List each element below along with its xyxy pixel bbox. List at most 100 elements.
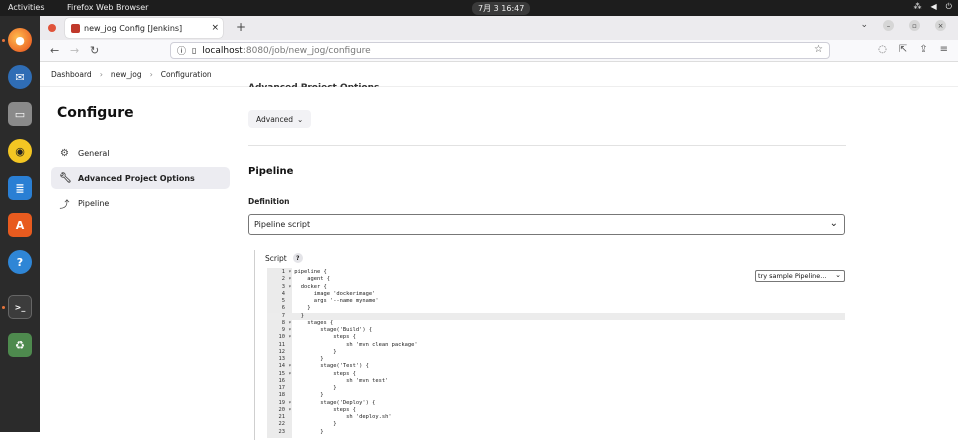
code-line[interactable]: 3 ▾ docker { bbox=[267, 284, 845, 291]
sidebar-item-label: Pipeline bbox=[78, 198, 110, 208]
maximize-icon[interactable]: ▫ bbox=[909, 20, 920, 31]
firefox-icon[interactable]: ● bbox=[8, 28, 32, 52]
line-number: 19 bbox=[278, 399, 286, 406]
pipeline-icon: ⤴ bbox=[59, 199, 70, 211]
line-number: 1 bbox=[281, 269, 285, 275]
line-number: 18 bbox=[278, 392, 286, 399]
line-number: 22 bbox=[278, 421, 286, 428]
page-title: Configure bbox=[57, 105, 134, 121]
code-line[interactable]: 4 image 'dockerimage' bbox=[267, 291, 845, 298]
clock[interactable]: 7月 3 16:47 bbox=[472, 2, 531, 15]
chevron-right-icon: › bbox=[149, 69, 153, 79]
breadcrumb-dashboard[interactable]: Dashboard bbox=[51, 70, 92, 79]
app-menu[interactable]: Firefox Web Browser bbox=[67, 3, 148, 12]
software-icon[interactable]: A bbox=[8, 213, 32, 237]
code-line[interactable]: 20 ▾ steps { bbox=[267, 407, 845, 414]
terminal-icon[interactable]: >_ bbox=[8, 295, 32, 319]
reload-icon[interactable]: ↻ bbox=[90, 44, 99, 57]
line-number: 15 bbox=[278, 370, 286, 377]
code-text: agent { bbox=[291, 276, 330, 283]
code-line[interactable]: 21 sh 'deploy.sh' bbox=[267, 414, 845, 421]
line-number: 2 bbox=[281, 276, 285, 283]
code-line[interactable]: 6 } bbox=[267, 305, 845, 312]
definition-select[interactable]: Pipeline script ⌄ bbox=[248, 214, 845, 235]
code-line[interactable]: 22 } bbox=[267, 421, 845, 428]
code-line[interactable]: 15 ▾ steps { bbox=[267, 371, 845, 378]
help-icon[interactable]: ? bbox=[292, 253, 303, 263]
system-tray[interactable]: ⁂ ◀ ⏻ bbox=[914, 2, 952, 12]
breadcrumb-job[interactable]: new_jog bbox=[111, 70, 142, 79]
code-line[interactable]: 7 } bbox=[267, 312, 845, 320]
rhythmbox-icon[interactable]: ◉ bbox=[8, 139, 32, 163]
code-line[interactable]: 8 ▾ stages { bbox=[267, 320, 845, 327]
chevron-right-icon: › bbox=[99, 69, 103, 79]
code-line[interactable]: 13 } bbox=[267, 356, 845, 363]
line-number: 21 bbox=[278, 414, 286, 420]
section-heading-advanced: Advanced Project Options bbox=[248, 78, 379, 87]
back-icon[interactable]: ← bbox=[50, 44, 59, 57]
toolbar-right: ◌ ⇱ ⇪ ≡ bbox=[878, 44, 948, 55]
activities-button[interactable]: Activities bbox=[8, 3, 45, 12]
extensions-icon[interactable]: ⇱ bbox=[899, 44, 907, 55]
network-icon: ⁂ bbox=[913, 2, 922, 11]
system-top-bar: Activities Firefox Web Browser 7月 3 16:4… bbox=[0, 0, 958, 16]
code-line[interactable]: 5 args '--name myname' bbox=[267, 298, 845, 305]
script-editor[interactable]: 1 ▾ pipeline {2 ▾ agent {3 ▾ docker {4 i… bbox=[267, 268, 845, 438]
breadcrumb: Dashboard › new_jog › Configuration bbox=[40, 62, 958, 87]
sidebar-item-pipeline[interactable]: ⤴ Pipeline bbox=[51, 192, 230, 214]
forward-icon[interactable]: → bbox=[70, 44, 79, 57]
line-number: 13 bbox=[278, 356, 286, 362]
definition-value: Pipeline script bbox=[254, 220, 311, 229]
code-text: } bbox=[291, 348, 337, 355]
divider bbox=[248, 145, 846, 146]
breadcrumb-configuration[interactable]: Configuration bbox=[161, 70, 212, 79]
definition-label: Definition bbox=[248, 197, 290, 206]
code-line[interactable]: 10 ▾ steps { bbox=[267, 334, 845, 341]
try-sample-pipeline-select[interactable]: try sample Pipeline... ⌄ bbox=[755, 270, 845, 282]
code-line[interactable]: 16 sh 'mvn test' bbox=[267, 378, 845, 385]
thunderbird-icon[interactable]: ✉ bbox=[8, 65, 32, 89]
new-tab-icon[interactable]: + bbox=[236, 20, 246, 34]
chevron-down-icon: ⌄ bbox=[829, 218, 838, 229]
hamburger-menu-icon[interactable]: ≡ bbox=[940, 44, 948, 55]
chevron-down-icon: ⌄ bbox=[297, 114, 304, 124]
code-line[interactable]: 14 ▾ stage('Test') { bbox=[267, 363, 845, 370]
window-controls: ⌄ – ▫ × bbox=[860, 20, 946, 31]
close-window-icon[interactable]: × bbox=[935, 20, 946, 31]
code-line[interactable]: 11 sh 'mvn clean package' bbox=[267, 342, 845, 349]
code-line[interactable]: 12 } bbox=[267, 349, 845, 356]
help-icon[interactable]: ? bbox=[8, 250, 32, 274]
list-tabs-icon[interactable]: ⌄ bbox=[860, 20, 868, 31]
code-text: stages { bbox=[291, 319, 334, 326]
code-line[interactable]: 19 ▾ stage('Deploy') { bbox=[267, 400, 845, 407]
site-info-icon[interactable]: ⓘ bbox=[177, 44, 186, 57]
advanced-button[interactable]: Advanced ⌄ bbox=[248, 110, 312, 128]
trash-icon[interactable]: ♻ bbox=[8, 333, 32, 357]
firefox-view-icon[interactable] bbox=[48, 24, 56, 32]
line-number: 12 bbox=[278, 348, 286, 355]
code-text: sh 'mvn test' bbox=[291, 377, 389, 384]
browser-tab[interactable]: new_jog Config [Jenkins] × bbox=[65, 18, 223, 38]
close-tab-icon[interactable]: × bbox=[211, 23, 219, 33]
files-icon[interactable]: ▭ bbox=[8, 102, 32, 126]
code-text: } bbox=[291, 312, 304, 319]
sidebar-item-advanced-project-options[interactable]: 🔧︎ Advanced Project Options bbox=[51, 167, 230, 189]
line-number: 9 bbox=[281, 327, 285, 333]
bookmark-star-icon[interactable]: ☆ bbox=[814, 44, 823, 55]
advanced-button-label: Advanced bbox=[256, 114, 294, 124]
url-host: localhost bbox=[202, 45, 243, 56]
line-number: 17 bbox=[278, 385, 286, 391]
wrench-icon: 🔧︎ bbox=[59, 172, 72, 184]
url-bar[interactable]: ⓘ ▯ localhost :8080/job/new_jog/configur… bbox=[170, 42, 830, 59]
code-text: } bbox=[291, 421, 337, 428]
code-text: } bbox=[291, 385, 337, 391]
minimize-icon[interactable]: – bbox=[883, 20, 894, 31]
code-line[interactable]: 9 ▾ stage('Build') { bbox=[267, 327, 845, 334]
writer-icon[interactable]: ≣ bbox=[8, 176, 32, 200]
code-line[interactable]: 23 } bbox=[267, 429, 845, 436]
pocket-icon[interactable]: ◌ bbox=[878, 44, 887, 55]
share-icon[interactable]: ⇪ bbox=[919, 44, 927, 55]
code-line[interactable]: 18 } bbox=[267, 392, 845, 399]
sidebar-item-general[interactable]: ⚙ General bbox=[51, 142, 230, 164]
code-line[interactable]: 17 } bbox=[267, 385, 845, 392]
